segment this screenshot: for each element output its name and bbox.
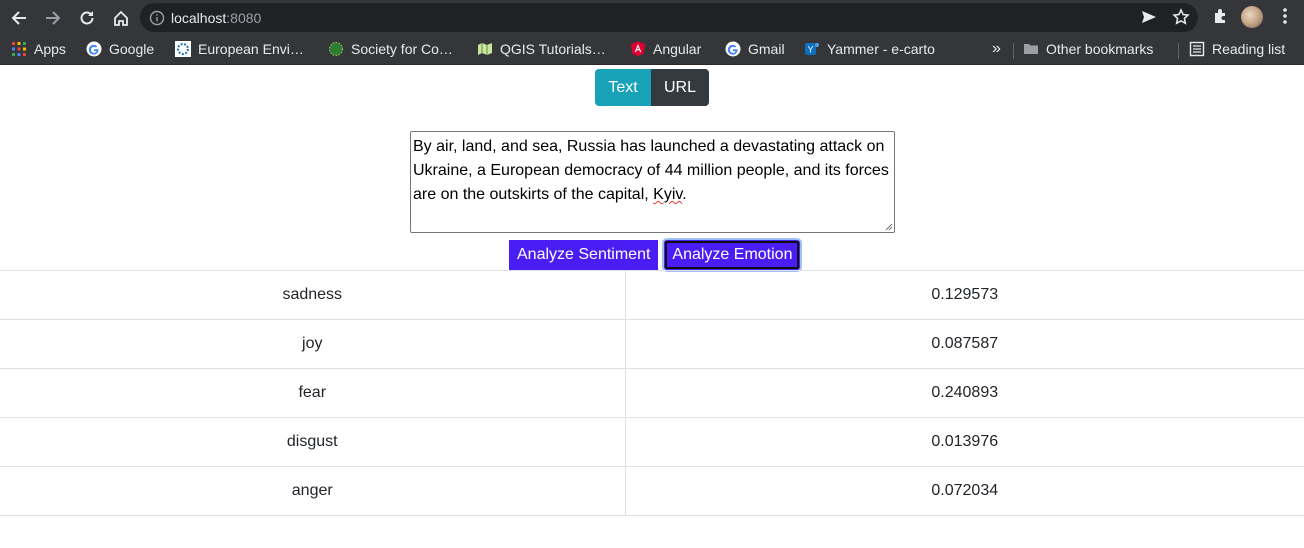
bookmark-angular[interactable]: Angular	[630, 41, 701, 57]
info-icon[interactable]	[149, 10, 165, 26]
analyze-actions: Analyze Sentiment Analyze Emotion	[509, 240, 801, 270]
address-bar[interactable]: localhost:8080	[140, 3, 1198, 32]
bookmark-yammer[interactable]: Y Yammer - e-carto	[804, 41, 935, 57]
address-text: localhost:8080	[171, 10, 261, 26]
send-tab-icon[interactable]	[1140, 8, 1158, 26]
forward-button[interactable]	[37, 2, 69, 34]
bookmark-label: Apps	[34, 41, 66, 57]
bookmark-star-icon[interactable]	[1172, 8, 1190, 26]
emotion-label: sadness	[0, 270, 626, 320]
overflow-chevron-icon: »	[992, 40, 1001, 57]
yammer-icon: Y	[805, 43, 819, 55]
table-row: disgust 0.013976	[0, 417, 1304, 467]
emotion-score: 0.013976	[625, 417, 1304, 467]
bookmark-label: Angular	[653, 41, 702, 57]
bookmark-label: Gmail	[748, 41, 785, 57]
emotion-results-table: sadness 0.129573 joy 0.087587 fear 0.240…	[0, 270, 1304, 516]
analyze-emotion-button[interactable]: Analyze Emotion	[664, 240, 801, 270]
google-icon	[86, 41, 102, 57]
resize-grip-icon[interactable]	[885, 223, 893, 231]
table-row: fear 0.240893	[0, 368, 1304, 418]
extensions-icon[interactable]	[1211, 6, 1231, 26]
forward-arrow-icon	[46, 10, 61, 25]
bookmarks-bar: Apps Google European Envi… Society for C…	[0, 35, 1304, 65]
analyze-sentiment-button[interactable]: Analyze Sentiment	[509, 240, 659, 270]
back-arrow-icon	[11, 10, 26, 25]
url-host: localhost	[171, 9, 227, 26]
emotion-score: 0.129573	[625, 270, 1304, 320]
profile-avatar[interactable]	[1241, 6, 1263, 28]
bookmark-google[interactable]: Google	[86, 41, 154, 57]
back-button[interactable]	[3, 2, 35, 34]
bookmark-qgis[interactable]: QGIS Tutorials…	[477, 41, 606, 57]
reading-list-icon	[1189, 41, 1205, 57]
angular-icon	[631, 41, 645, 57]
bookmark-other[interactable]: Other bookmarks	[1023, 41, 1153, 57]
emotion-label: anger	[0, 466, 626, 516]
text-input-end: .	[682, 186, 687, 203]
home-button[interactable]	[105, 2, 137, 34]
google-icon	[725, 41, 741, 57]
bookmark-label: European Envi…	[198, 41, 304, 57]
emotion-label: joy	[0, 319, 626, 369]
url-port: :8080	[226, 9, 262, 26]
table-row: anger 0.072034	[0, 466, 1304, 516]
tab-url[interactable]: URL	[651, 69, 709, 106]
bookmark-label: QGIS Tutorials…	[500, 41, 606, 57]
bookmarks-divider	[1013, 43, 1014, 59]
emotion-score: 0.240893	[625, 368, 1304, 418]
bookmarks-overflow-button[interactable]: »	[992, 40, 1001, 58]
home-icon	[114, 10, 128, 26]
globe-icon	[329, 42, 343, 56]
svg-text:Y: Y	[808, 45, 814, 55]
text-input[interactable]: By air, land, and sea, Russia has launch…	[410, 131, 895, 233]
emotion-label: disgust	[0, 417, 626, 467]
emotion-score: 0.072034	[625, 466, 1304, 516]
menu-dots-icon[interactable]	[1277, 6, 1293, 26]
misspelled-word: Kyiv	[653, 186, 683, 203]
bookmark-eea[interactable]: European Envi…	[175, 41, 304, 57]
bookmark-society[interactable]: Society for Co…	[328, 41, 453, 57]
bookmark-apps[interactable]: Apps	[11, 41, 66, 57]
browser-toolbar: localhost:8080	[0, 0, 1304, 35]
table-row: joy 0.087587	[0, 319, 1304, 369]
qgis-icon	[478, 43, 492, 55]
emotion-score: 0.087587	[625, 319, 1304, 369]
table-row: sadness 0.129573	[0, 270, 1304, 320]
reload-button[interactable]	[71, 2, 103, 34]
apps-grid-icon	[12, 42, 26, 56]
tab-text[interactable]: Text	[595, 69, 651, 106]
reading-list-button[interactable]: Reading list	[1189, 41, 1285, 57]
input-mode-tabs: Text URL	[595, 69, 709, 106]
reload-icon	[80, 10, 94, 24]
bookmark-label: Google	[109, 41, 155, 57]
emotion-label: fear	[0, 368, 626, 418]
bookmark-gmail[interactable]: Gmail	[725, 41, 785, 57]
bookmarks-divider	[1178, 43, 1179, 59]
folder-icon	[1024, 44, 1038, 54]
bookmark-label: Other bookmarks	[1046, 41, 1154, 57]
eea-icon	[175, 41, 191, 57]
bookmark-label: Yammer - e-carto	[827, 41, 935, 57]
bookmark-label: Society for Co…	[351, 41, 453, 57]
bookmark-label: Reading list	[1212, 41, 1286, 57]
